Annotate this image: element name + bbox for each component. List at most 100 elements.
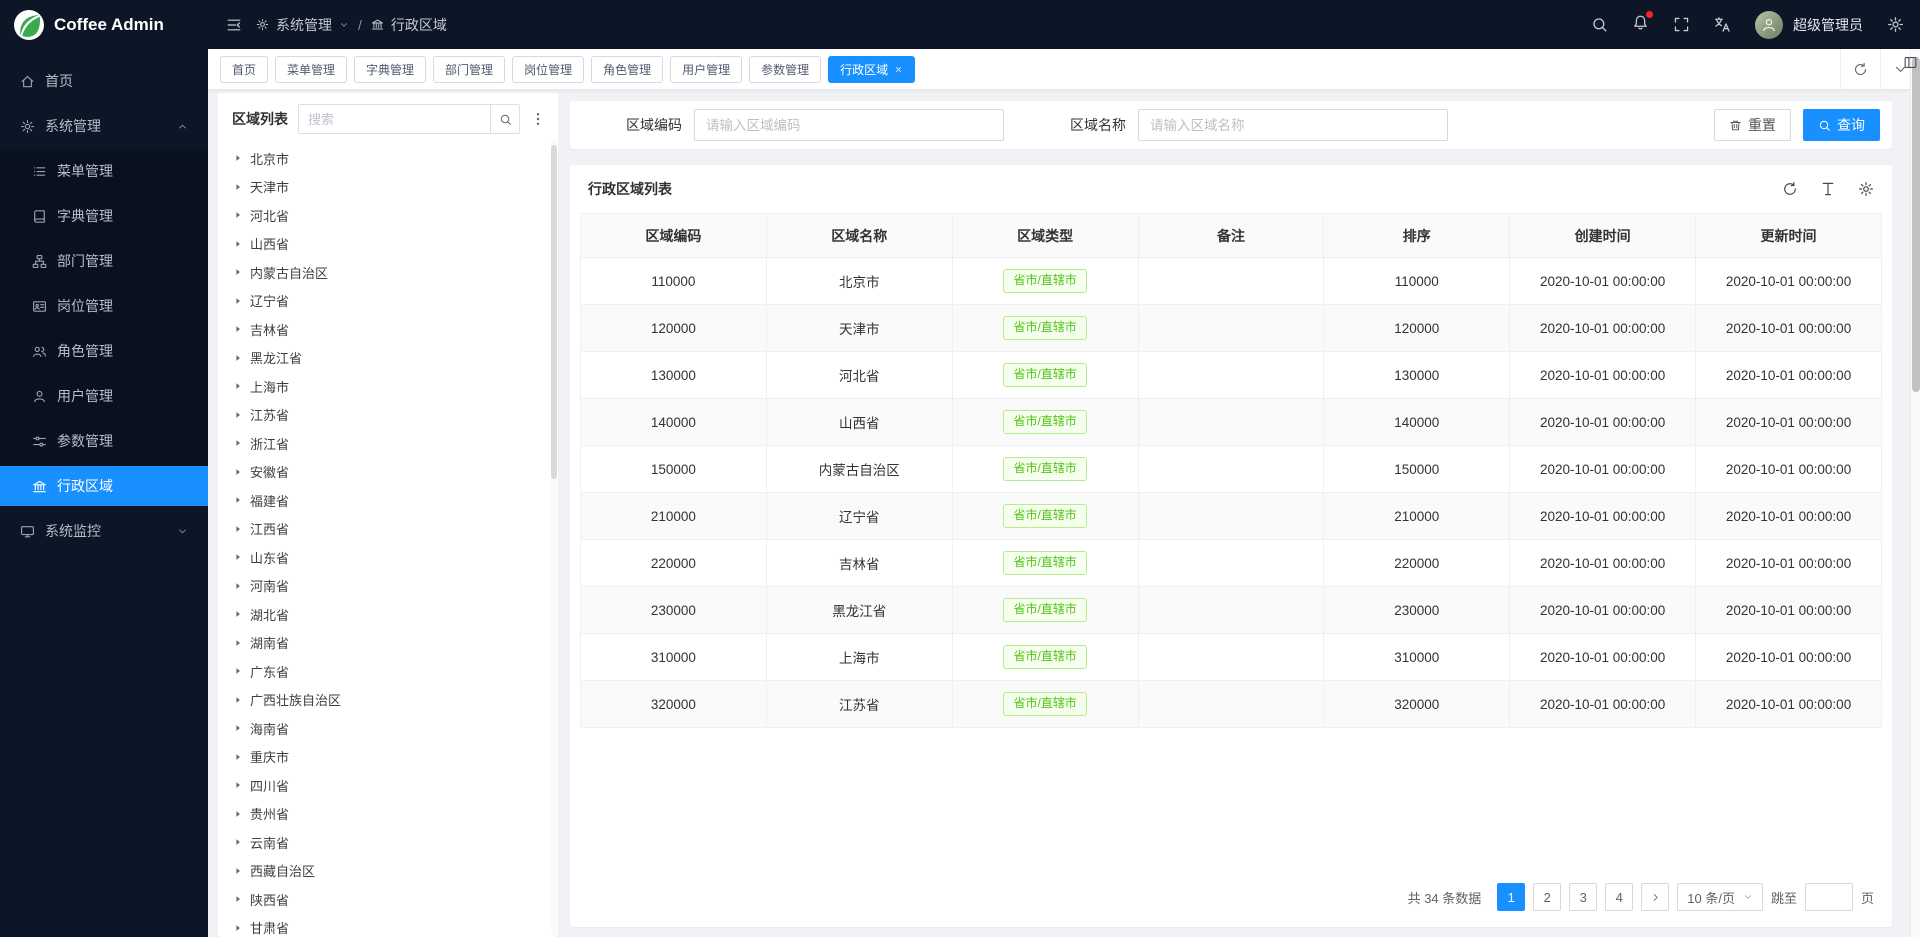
notifications-button[interactable] <box>1632 14 1649 36</box>
caret-right-icon[interactable] <box>233 837 243 847</box>
region-code-input[interactable] <box>694 109 1004 141</box>
tree-item[interactable]: 重庆市 <box>220 743 558 772</box>
tree-item[interactable]: 河南省 <box>220 572 558 601</box>
settings-gear-icon[interactable] <box>1887 16 1904 33</box>
table-row[interactable]: 120000天津市省市/直辖市1200002020-10-01 00:00:00… <box>581 305 1882 352</box>
tree-item[interactable]: 云南省 <box>220 828 558 857</box>
tree-item[interactable]: 湖南省 <box>220 629 558 658</box>
table-row[interactable]: 110000北京市省市/直辖市1100002020-10-01 00:00:00… <box>581 258 1882 305</box>
tree-item[interactable]: 山西省 <box>220 230 558 259</box>
caret-right-icon[interactable] <box>233 809 243 819</box>
tree-item[interactable]: 贵州省 <box>220 800 558 829</box>
caret-right-icon[interactable] <box>233 894 243 904</box>
page-button[interactable]: 3 <box>1569 883 1597 911</box>
tree-item[interactable]: 江苏省 <box>220 401 558 430</box>
tree-item[interactable]: 四川省 <box>220 771 558 800</box>
tab[interactable]: 岗位管理 <box>512 56 584 83</box>
caret-right-icon[interactable] <box>233 780 243 790</box>
tree-item[interactable]: 安徽省 <box>220 458 558 487</box>
tree-item[interactable]: 西藏自治区 <box>220 857 558 886</box>
tree-item[interactable]: 陕西省 <box>220 885 558 914</box>
column-settings-icon[interactable] <box>1858 181 1874 197</box>
caret-right-icon[interactable] <box>233 153 243 163</box>
caret-right-icon[interactable] <box>233 695 243 705</box>
tab[interactable]: 角色管理 <box>591 56 663 83</box>
region-name-input[interactable] <box>1138 109 1448 141</box>
caret-right-icon[interactable] <box>233 381 243 391</box>
region-search-input[interactable] <box>298 104 490 134</box>
page-button[interactable]: 1 <box>1497 883 1525 911</box>
tree-item[interactable]: 江西省 <box>220 515 558 544</box>
page-size-select[interactable]: 10 条/页 <box>1677 883 1763 911</box>
caret-right-icon[interactable] <box>233 609 243 619</box>
tree-item[interactable]: 广东省 <box>220 657 558 686</box>
table-row[interactable]: 130000河北省省市/直辖市1300002020-10-01 00:00:00… <box>581 352 1882 399</box>
breadcrumb-system-link[interactable]: 系统管理 <box>276 15 332 35</box>
caret-right-icon[interactable] <box>233 666 243 676</box>
page-button[interactable]: 4 <box>1605 883 1633 911</box>
tree-item[interactable]: 内蒙古自治区 <box>220 258 558 287</box>
caret-right-icon[interactable] <box>233 182 243 192</box>
caret-right-icon[interactable] <box>233 467 243 477</box>
table-row[interactable]: 150000内蒙古自治区省市/直辖市1500002020-10-01 00:00… <box>581 446 1882 493</box>
refresh-tabs-button[interactable] <box>1840 49 1880 89</box>
tree-item[interactable]: 海南省 <box>220 714 558 743</box>
page-button[interactable]: 2 <box>1533 883 1561 911</box>
tree-item[interactable]: 广西壮族自治区 <box>220 686 558 715</box>
fullscreen-icon[interactable] <box>1673 16 1690 33</box>
tree-item[interactable]: 山东省 <box>220 543 558 572</box>
caret-right-icon[interactable] <box>233 324 243 334</box>
caret-right-icon[interactable] <box>233 638 243 648</box>
tab[interactable]: 首页 <box>220 56 268 83</box>
refresh-table-icon[interactable] <box>1782 181 1798 197</box>
avatar[interactable] <box>1755 11 1783 39</box>
caret-right-icon[interactable] <box>233 495 243 505</box>
sidebar-item[interactable]: 菜单管理 <box>0 151 208 191</box>
page-scrollbar[interactable] <box>1910 49 1920 937</box>
sidebar-item[interactable]: 角色管理 <box>0 331 208 371</box>
table-row[interactable]: 220000吉林省省市/直辖市2200002020-10-01 00:00:00… <box>581 540 1882 587</box>
tab[interactable]: 菜单管理 <box>275 56 347 83</box>
caret-right-icon[interactable] <box>233 581 243 591</box>
region-search-button[interactable] <box>490 104 520 134</box>
caret-right-icon[interactable] <box>233 239 243 249</box>
table-row[interactable]: 140000山西省省市/直辖市1400002020-10-01 00:00:00… <box>581 399 1882 446</box>
sidebar-group-monitor[interactable]: 系统监控 <box>0 511 208 551</box>
sidebar-item-home[interactable]: 首页 <box>0 61 208 101</box>
more-options-icon[interactable] <box>530 111 546 127</box>
reset-button[interactable]: 重置 <box>1714 109 1791 141</box>
tree-item[interactable]: 辽宁省 <box>220 287 558 316</box>
expand-panel-icon[interactable] <box>1903 55 1918 70</box>
app-logo[interactable]: Coffee Admin <box>0 0 208 50</box>
tab[interactable]: 参数管理 <box>749 56 821 83</box>
tree-item[interactable]: 上海市 <box>220 372 558 401</box>
search-icon[interactable] <box>1591 16 1608 33</box>
caret-right-icon[interactable] <box>233 552 243 562</box>
caret-right-icon[interactable] <box>233 752 243 762</box>
tree-item[interactable]: 河北省 <box>220 201 558 230</box>
next-page-button[interactable] <box>1641 883 1669 911</box>
tree-item[interactable]: 福建省 <box>220 486 558 515</box>
sidebar-item[interactable]: 用户管理 <box>0 376 208 416</box>
region-panel-scrollbar[interactable] <box>551 139 557 935</box>
tree-item[interactable]: 吉林省 <box>220 315 558 344</box>
collapse-sidebar-icon[interactable] <box>226 17 242 33</box>
caret-right-icon[interactable] <box>233 723 243 733</box>
sidebar-item[interactable]: 字典管理 <box>0 196 208 236</box>
tree-item[interactable]: 黑龙江省 <box>220 344 558 373</box>
row-density-icon[interactable] <box>1820 181 1836 197</box>
caret-right-icon[interactable] <box>233 210 243 220</box>
caret-right-icon[interactable] <box>233 267 243 277</box>
jump-page-input[interactable] <box>1805 883 1853 911</box>
username[interactable]: 超级管理员 <box>1793 15 1863 35</box>
table-row[interactable]: 210000辽宁省省市/直辖市2100002020-10-01 00:00:00… <box>581 493 1882 540</box>
scrollbar-thumb[interactable] <box>1912 57 1920 392</box>
query-button[interactable]: 查询 <box>1803 109 1880 141</box>
tree-item[interactable]: 甘肃省 <box>220 914 558 937</box>
sidebar-item[interactable]: 部门管理 <box>0 241 208 281</box>
caret-right-icon[interactable] <box>233 438 243 448</box>
tab[interactable]: 字典管理 <box>354 56 426 83</box>
sidebar-item[interactable]: 岗位管理 <box>0 286 208 326</box>
translate-icon[interactable] <box>1714 16 1731 33</box>
tree-item[interactable]: 天津市 <box>220 173 558 202</box>
